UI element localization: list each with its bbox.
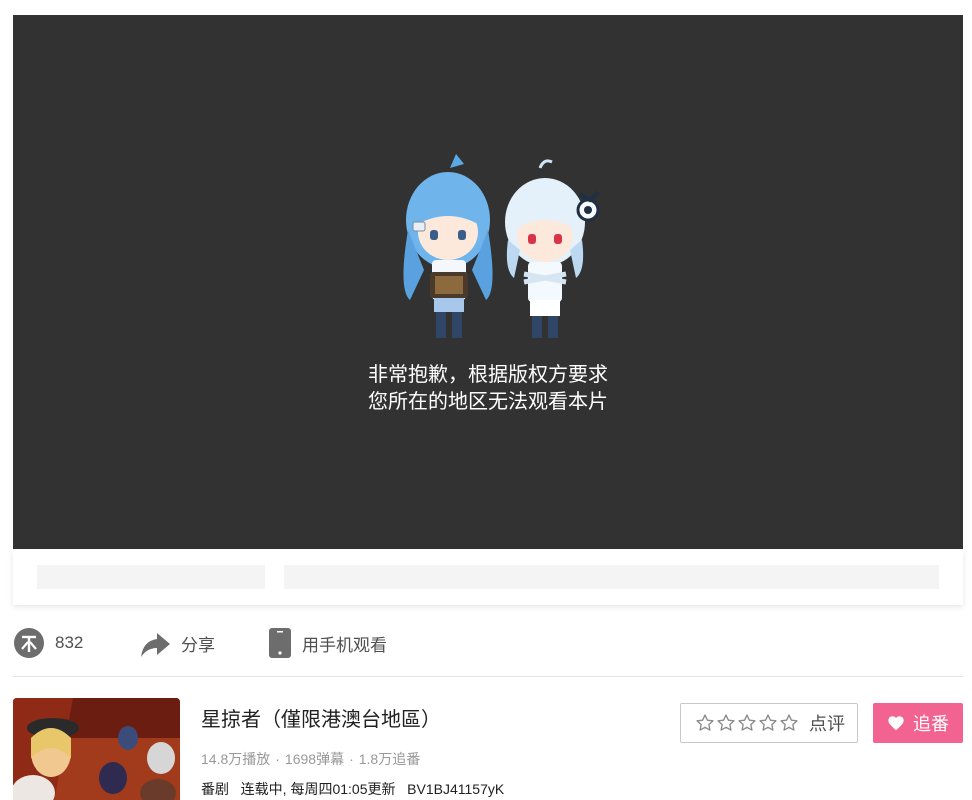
share-arrow-icon	[141, 633, 170, 657]
action-toolbar: 832 分享 用手机观看	[13, 622, 963, 664]
coin-icon	[14, 628, 44, 658]
play-count: 14.8万播放	[201, 751, 271, 767]
mascot-right-icon	[505, 159, 600, 338]
cover-image[interactable]	[13, 698, 180, 800]
heart-icon	[888, 716, 904, 731]
share-button[interactable]: 分享	[139, 622, 215, 664]
region-block-message: 非常抱歉，根据版权方要求 您所在的地区无法观看本片	[13, 362, 963, 416]
rate-button[interactable]: 点评	[680, 703, 858, 743]
update-status: 连载中, 每周四01:05更新	[240, 781, 396, 797]
star-outline-icon	[716, 713, 737, 733]
region-block-message-line1: 非常抱歉，根据版权方要求	[368, 364, 608, 386]
rate-label: 点评	[809, 714, 845, 734]
star-outline-icon	[737, 713, 758, 733]
share-label: 分享	[181, 635, 215, 655]
mobile-label: 用手机观看	[302, 635, 387, 655]
rating-stars	[695, 713, 800, 733]
star-outline-icon	[779, 713, 800, 733]
watch-on-mobile-button[interactable]: 用手机观看	[268, 622, 387, 664]
skeleton-placeholder	[37, 565, 265, 589]
region-block-message-line2: 您所在的地区无法观看本片	[368, 391, 608, 413]
media-type[interactable]: 番剧	[201, 781, 229, 797]
media-info: 星掠者（僅限港澳台地區） 14.8万播放 · 1698弹幕 · 1.8万追番 番剧 连载…	[13, 698, 963, 800]
follow-button[interactable]: 追番	[873, 703, 963, 743]
follow-label: 追番	[913, 714, 949, 734]
stats-separator: ·	[275, 751, 280, 767]
follow-count: 1.8万追番	[358, 751, 421, 767]
mascot-left-icon	[403, 154, 493, 338]
media-stats: 14.8万播放 · 1698弹幕 · 1.8万追番	[201, 749, 420, 769]
danmaku-count: 1698弹幕	[284, 751, 345, 767]
phone-icon	[269, 628, 291, 658]
star-outline-icon	[758, 713, 779, 733]
star-outline-icon	[695, 713, 716, 733]
media-meta: 番剧 连载中, 每周四01:05更新 BV1BJ41157yK	[201, 779, 504, 799]
video-player[interactable]: 非常抱歉，根据版权方要求 您所在的地区无法观看本片	[13, 15, 963, 549]
stats-separator: ·	[349, 751, 354, 767]
coin-count: 832	[55, 633, 84, 652]
mascot-illustration	[380, 150, 610, 360]
section-divider	[13, 676, 963, 677]
player-control-skeleton	[13, 549, 963, 605]
skeleton-placeholder	[284, 565, 939, 589]
media-title[interactable]: 星掠者（僅限港澳台地區）	[201, 703, 441, 732]
coin-button[interactable]: 832	[13, 622, 83, 664]
bvid: BV1BJ41157yK	[407, 781, 505, 797]
